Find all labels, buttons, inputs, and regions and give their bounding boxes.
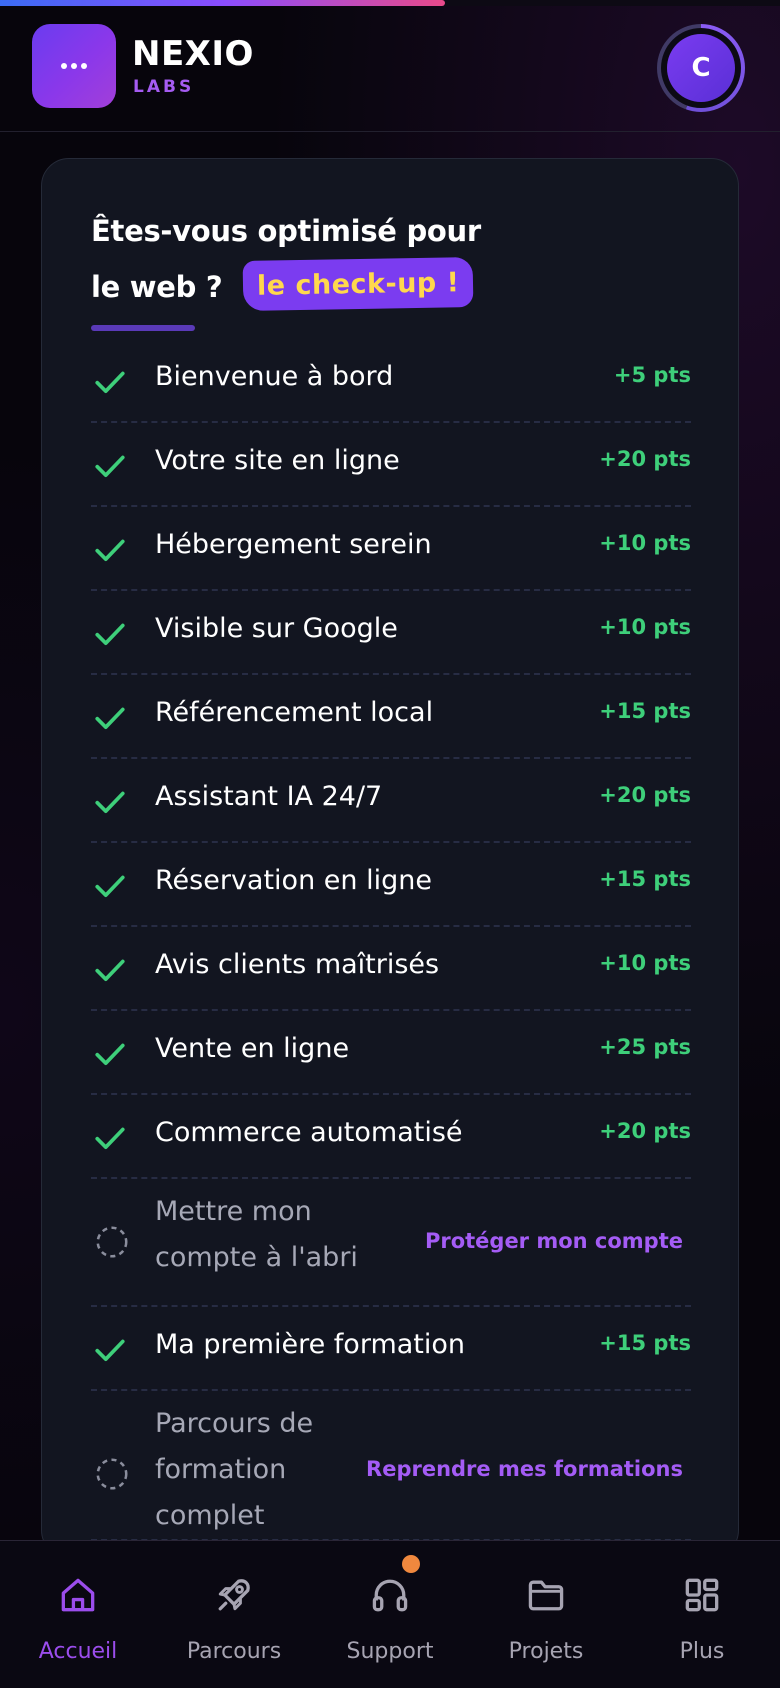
check-icon [93,1121,127,1159]
check-icon [93,785,127,823]
checkup-card: Êtes-vous optimisé pour le web ? le chec… [41,158,739,1558]
nav-item-projets[interactable]: Projets [468,1541,624,1688]
avatar-progress-ring[interactable]: C [657,24,745,112]
checklist-item-done: Référencement local +15 pts [91,675,691,759]
checklist-item-done: Votre site en ligne +20 pts [91,423,691,507]
bottom-navigation: Accueil Parcours Support Projets Plus [0,1540,780,1688]
points-badge: +15 pts [599,1331,691,1355]
support-notification-dot [402,1555,420,1573]
nav-item-label: Support [346,1639,434,1664]
points-badge: +10 pts [599,615,691,639]
checklist-item-label: Bienvenue à bord [155,361,394,392]
checklist-action-link[interactable]: Reprendre mes formations [366,1457,683,1481]
checkup-badge: le check-up ! [242,256,474,312]
grid-icon [680,1573,724,1617]
checklist-item-label: Mettre mon compte à l'abri [155,1196,358,1273]
checklist-item-label: Parcours de formation complet [155,1408,314,1531]
more-dots-icon [61,63,87,69]
checklist-item-done: Visible sur Google +10 pts [91,591,691,675]
nav-item-plus[interactable]: Plus [624,1541,780,1688]
checklist-item-done: Vente en ligne +25 pts [91,1011,691,1095]
checklist-item-done: Commerce automatisé +20 pts [91,1095,691,1179]
nav-item-label: Accueil [38,1639,118,1664]
home-icon [56,1573,100,1617]
nav-item-label: Plus [679,1639,725,1664]
check-icon [93,617,127,655]
checklist-item-label: Vente en ligne [155,1033,350,1064]
checklist-item-pending: Parcours de formation complet Reprendre m… [91,1391,691,1541]
brand-subtitle: LABS [133,77,195,97]
points-badge: +20 pts [599,447,691,471]
check-icon [93,869,127,907]
checklist-action-link[interactable]: Protéger mon compte [425,1229,683,1253]
checklist-item-label: Assistant IA 24/7 [155,781,383,812]
avatar: C [667,34,735,102]
checklist-item-done: Réservation en ligne +15 pts [91,843,691,927]
checklist-item-done: Avis clients maîtrisés +10 pts [91,927,691,1011]
nav-item-accueil[interactable]: Accueil [0,1541,156,1688]
checklist-item-label: Commerce automatisé [155,1117,463,1148]
checklist: Bienvenue à bord +5 pts Votre site en lign… [91,339,691,1541]
check-icon [93,1333,127,1371]
checklist-item-label: Hébergement serein [155,529,432,560]
check-icon [93,533,127,571]
app-header: NEXIO LABS C [0,6,780,132]
check-icon [93,701,127,739]
nav-item-label: Parcours [186,1639,282,1664]
points-badge: +20 pts [599,1119,691,1143]
checklist-item-done: Bienvenue à bord +5 pts [91,339,691,423]
check-icon [93,365,127,403]
rocket-icon [212,1573,256,1617]
check-icon [93,953,127,991]
check-icon [93,1037,127,1075]
checklist-item-done: Hébergement serein +10 pts [91,507,691,591]
checklist-item-label: Ma première formation [155,1329,466,1360]
points-badge: +25 pts [599,1035,691,1059]
nav-item-support[interactable]: Support [312,1541,468,1688]
checklist-item-label: Référencement local [155,697,434,728]
logo-button[interactable] [32,24,116,108]
nav-item-parcours[interactable]: Parcours [156,1541,312,1688]
points-badge: +10 pts [599,531,691,555]
points-badge: +20 pts [599,783,691,807]
check-icon [93,449,127,487]
points-badge: +15 pts [599,867,691,891]
checklist-item-label: Visible sur Google [155,613,398,644]
brand-name: NEXIO [132,34,254,74]
nav-item-label: Projets [508,1639,584,1664]
headphones-icon [368,1573,412,1617]
title-underline [91,325,195,331]
points-badge: +5 pts [613,363,691,387]
pending-circle-icon [93,1223,131,1265]
checklist-item-label: Réservation en ligne [155,865,432,896]
checklist-item-label: Avis clients maîtrisés [155,949,440,980]
pending-circle-icon [93,1455,131,1497]
checklist-item-pending: Mettre mon compte à l'abri Protéger mon c… [91,1179,691,1307]
points-badge: +10 pts [599,951,691,975]
checklist-item-label: Votre site en ligne [155,445,400,476]
checklist-item-done: Ma première formation +15 pts [91,1307,691,1391]
folder-icon [524,1573,568,1617]
points-badge: +15 pts [599,699,691,723]
checklist-item-done: Assistant IA 24/7 +20 pts [91,759,691,843]
